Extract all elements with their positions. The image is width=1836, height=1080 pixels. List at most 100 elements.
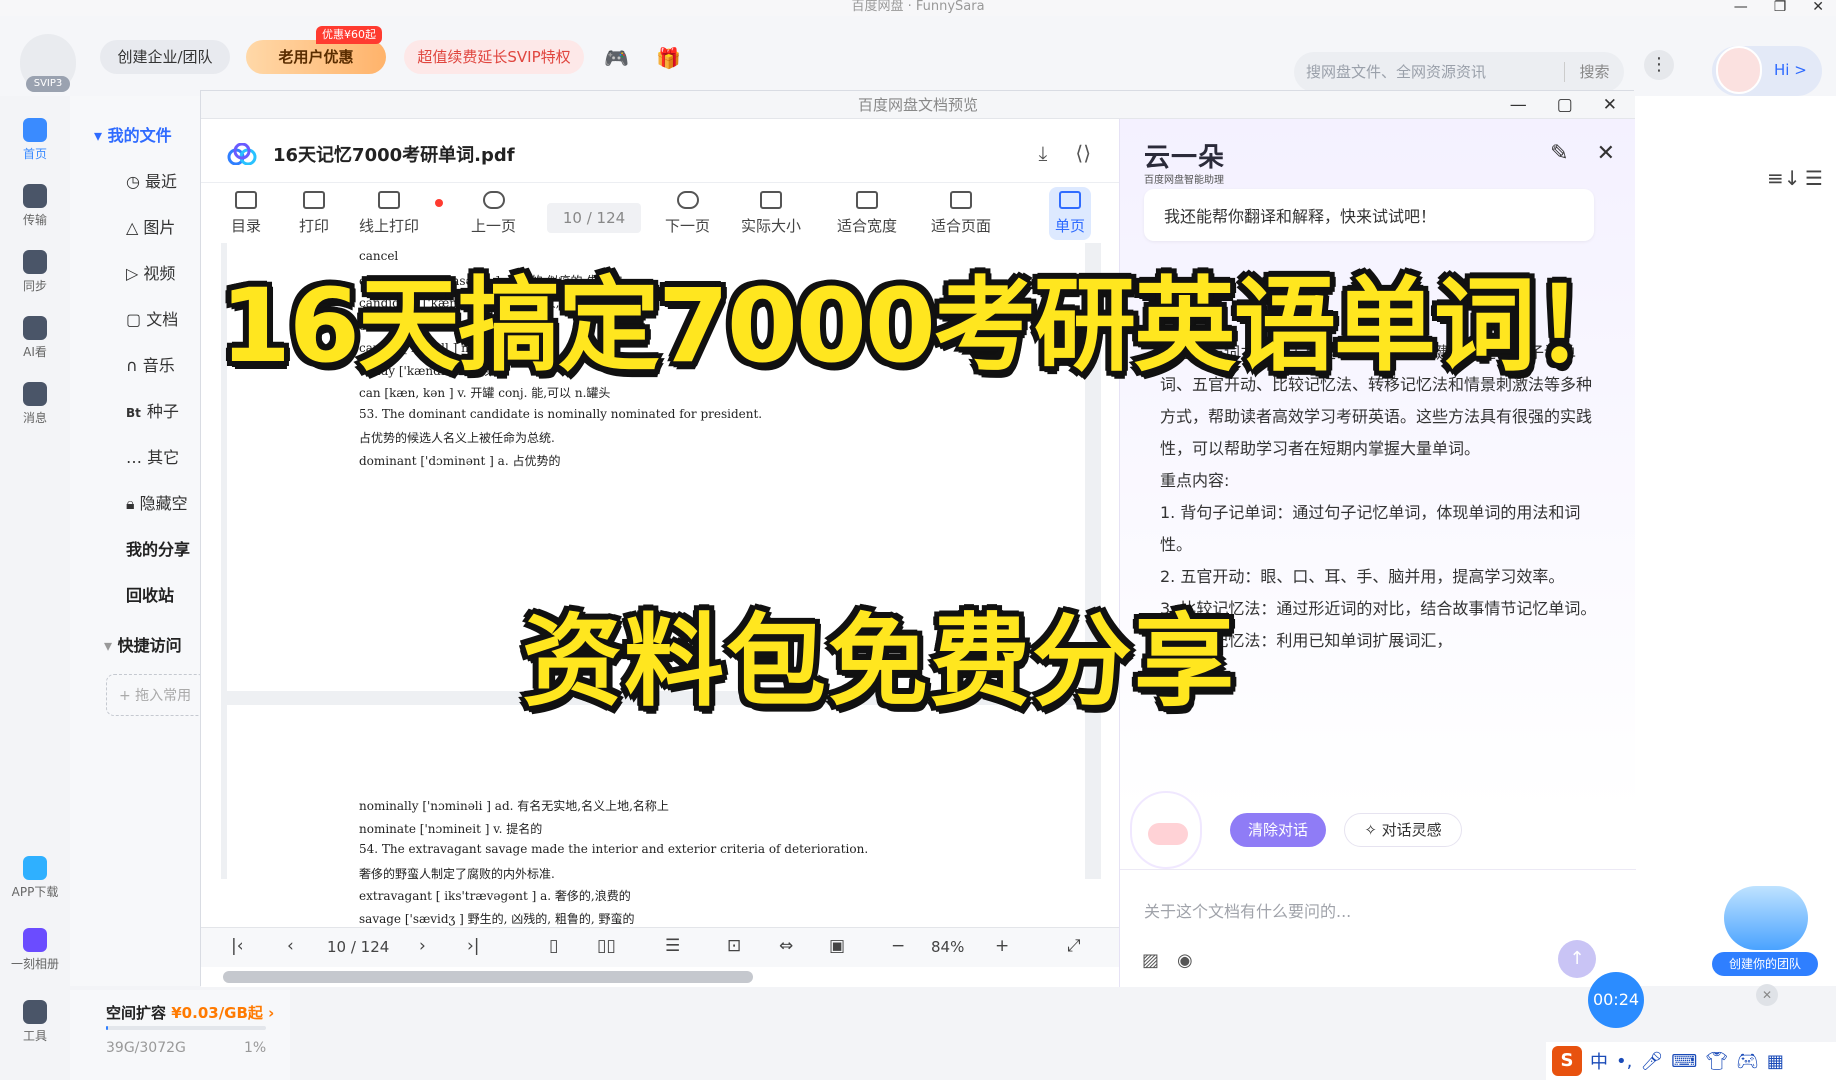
old-user-offer-button[interactable]: 老用户优惠 [246, 40, 386, 74]
clear-chat-button[interactable]: 清除对话 [1230, 813, 1326, 847]
overlay-subtitle: 资料包免费分享 [522, 603, 1236, 720]
search-button[interactable]: 搜索 [1564, 62, 1624, 82]
new-chat-icon[interactable]: ✎ [1550, 141, 1568, 166]
horizontal-scrollbar[interactable] [209, 969, 1119, 985]
create-team-widget[interactable]: 创建你的团队 ✕ [1712, 886, 1818, 1006]
close-icon[interactable]: ✕ [1812, 0, 1824, 14]
quick-access-label: 快捷访问 [117, 636, 182, 655]
prev-page-button[interactable]: 上一页 [471, 191, 516, 236]
files-other[interactable]: … 其它 [126, 444, 179, 468]
more-icon[interactable]: ⋮ [1644, 50, 1674, 80]
files-music[interactable]: ∩ 音乐 [126, 352, 175, 376]
quick-access-header[interactable]: ▾ 快捷访问 [104, 632, 182, 656]
recycle-bin-link[interactable]: 回收站 [126, 582, 174, 606]
toc-button[interactable]: 目录 [231, 191, 261, 236]
nav-tools[interactable]: 工具 [0, 1000, 70, 1044]
files-videos[interactable]: ▷ 视频 [126, 260, 175, 284]
fit-page-icon[interactable]: ▣ [829, 936, 845, 956]
single-page-button[interactable]: 单页 [1049, 187, 1092, 240]
close-icon[interactable]: ✕ [1603, 91, 1617, 119]
close-icon[interactable]: ✕ [1597, 141, 1615, 166]
ai-assistant-entry[interactable]: Hi > [1712, 46, 1822, 96]
files-torrents[interactable]: Bt 种子 [126, 398, 179, 422]
first-page-icon[interactable]: |‹ [231, 936, 244, 956]
files-documents[interactable]: ▢ 文档 [126, 306, 178, 330]
pdf-text-line: 54. The extravagant savage made the inte… [359, 842, 869, 856]
left-navigation: 首页 传输 同步 AI看 消息 APP下载 一刻相册 工具 [0, 96, 70, 1080]
zoom-in-icon[interactable]: + [995, 936, 1009, 956]
toolbox-icon[interactable]: ▦ [1767, 1051, 1784, 1072]
last-page-icon[interactable]: ›| [467, 936, 480, 956]
game-icon[interactable]: 🎮 [604, 46, 629, 70]
ai-greeting-bubble: 我还能帮你翻译和解释，快来试试吧！ [1144, 189, 1594, 241]
cloud-chart-icon [1724, 886, 1808, 950]
actual-size-icon[interactable]: ⊡ [727, 936, 741, 956]
download-icon[interactable]: ⤓ [1039, 141, 1048, 165]
nav-transfer[interactable]: 传输 [0, 184, 70, 228]
keyboard-icon[interactable]: ⌨ [1671, 1051, 1697, 1072]
create-team-button[interactable]: 创建企业/团队 [100, 40, 230, 74]
zoom-out-icon[interactable]: − [891, 936, 905, 956]
microphone-icon[interactable]: 🎤︎ [1640, 1051, 1663, 1072]
close-icon[interactable]: ✕ [1756, 984, 1778, 1006]
scrollbar-thumb[interactable] [223, 971, 753, 983]
maximize-icon[interactable]: ▢ [1557, 91, 1573, 119]
search-input[interactable]: 搜网盘文件、全网资源资讯 搜索 [1294, 52, 1624, 92]
renew-svip-button[interactable]: 超值续费延长SVIP特权 [404, 40, 584, 74]
my-files-header[interactable]: ▾ 我的文件 [94, 122, 172, 146]
sort-icon[interactable]: ≡↓ [1767, 166, 1801, 190]
album-icon [23, 928, 47, 952]
create-team-label: 创建你的团队 [1712, 952, 1818, 976]
next-page-button[interactable]: 下一页 [665, 191, 710, 236]
fit-page-label: 适合页面 [931, 217, 992, 235]
fit-page-button[interactable]: 适合页面 [931, 191, 991, 236]
files-recent[interactable]: ◷ 最近 [126, 168, 177, 192]
double-page-view-icon[interactable]: ▯▯ [597, 936, 616, 956]
my-share-link[interactable]: 我的分享 [126, 536, 190, 560]
sogou-icon[interactable]: S [1552, 1046, 1582, 1076]
minimize-icon[interactable]: — [1734, 0, 1748, 14]
punctuation-icon[interactable]: •, [1616, 1051, 1632, 1072]
fullscreen-icon[interactable]: ⤢ [1067, 936, 1081, 956]
minimize-icon[interactable]: — [1510, 91, 1527, 119]
nav-ai-watch-label: AI看 [23, 345, 47, 359]
print-button[interactable]: 打印 [299, 191, 329, 236]
share-icon[interactable]: ⟨⟩ [1075, 141, 1091, 165]
storage-expand-link[interactable]: 空间扩容 ¥0.03/GB起 › [106, 1002, 274, 1023]
maximize-icon[interactable]: ❐ [1774, 0, 1787, 14]
skin-icon[interactable]: 👕︎ [1705, 1051, 1728, 1072]
ai-chat-input[interactable]: 关于这个文档有什么要问的... ▨ ◉ ↑ [1120, 869, 1636, 987]
voice-icon[interactable]: ◉ [1177, 950, 1193, 971]
image-upload-icon[interactable]: ▨ [1142, 950, 1159, 971]
chat-inspiration-button[interactable]: ✧ 对话灵感 [1344, 813, 1462, 847]
nav-messages[interactable]: 消息 [0, 382, 70, 426]
user-avatar[interactable]: SVIP3 [20, 34, 76, 92]
single-page-icon [1059, 191, 1081, 209]
chinese-mode-icon[interactable]: 中 [1590, 1048, 1608, 1074]
fit-width-button[interactable]: 适合宽度 [837, 191, 897, 236]
send-icon[interactable]: ↑ [1558, 940, 1596, 978]
nav-ai-watch[interactable]: AI看 [0, 316, 70, 360]
nav-album[interactable]: 一刻相册 [0, 928, 70, 972]
single-page-label: 单页 [1055, 217, 1086, 235]
fit-width-icon[interactable]: ⇔ [779, 936, 793, 956]
continuous-view-icon[interactable]: ☰ [665, 936, 680, 956]
page-number-input[interactable]: 10 / 124 [547, 203, 641, 233]
recording-timer[interactable]: 00:24 [1588, 972, 1644, 1028]
prev-page-icon[interactable]: ‹ [287, 936, 294, 956]
files-images[interactable]: △ 图片 [126, 214, 175, 238]
next-page-icon [676, 191, 699, 209]
actual-size-button[interactable]: 实际大小 [741, 191, 801, 236]
game-icon[interactable]: 🎮︎ [1736, 1051, 1759, 1072]
list-view-icon[interactable]: ☰ [1805, 166, 1823, 190]
drag-drop-zone[interactable]: + 拖入常用 [106, 674, 206, 716]
single-page-view-icon[interactable]: ▯ [549, 936, 558, 956]
next-page-icon[interactable]: › [419, 936, 426, 956]
nav-home[interactable]: 首页 [0, 118, 70, 162]
nav-app-download[interactable]: APP下载 [0, 856, 70, 900]
nav-sync[interactable]: 同步 [0, 250, 70, 294]
files-hidden[interactable]: 🔒︎ 隐藏空 [126, 490, 188, 514]
gift-icon[interactable]: 🎁 [656, 46, 681, 70]
play-icon: ▷ [126, 264, 144, 283]
online-print-button[interactable]: 线上打印 [359, 191, 419, 236]
